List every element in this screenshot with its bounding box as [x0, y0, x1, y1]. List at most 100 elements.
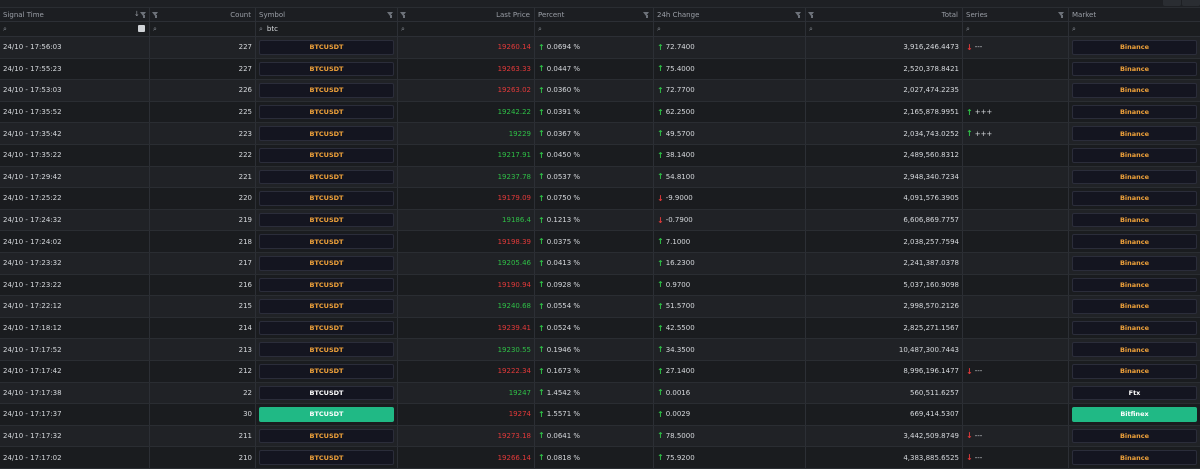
filter-icon[interactable]: [400, 11, 407, 18]
market-badge[interactable]: Binance: [1072, 147, 1197, 163]
count-value: 30: [243, 410, 252, 419]
toolbar-tab[interactable]: [1163, 0, 1181, 6]
symbol-badge[interactable]: BTCUSDT: [259, 363, 394, 379]
toolbar-tab[interactable]: [1182, 0, 1200, 6]
symbol-badge[interactable]: BTCUSDT: [259, 191, 394, 206]
symbol-badge[interactable]: BTCUSDT: [259, 212, 394, 228]
table-row[interactable]: 24/10 - 17:17:37 30 BTCUSDT 19274 ↑ 1.557…: [0, 404, 1200, 426]
count-value: 227: [238, 64, 252, 73]
table-row[interactable]: 24/10 - 17:23:32 217 BTCUSDT 19205.46 ↑ 0…: [0, 252, 1200, 275]
symbol-badge[interactable]: BTCUSDT: [259, 428, 394, 444]
symbol-badge[interactable]: BTCUSDT: [259, 342, 394, 357]
table-row[interactable]: 24/10 - 17:24:02 218 BTCUSDT 19198.39 ↑ 0…: [0, 231, 1200, 253]
table-row[interactable]: 24/10 - 17:35:52 225 BTCUSDT 19242.22 ↑ 0…: [0, 101, 1200, 124]
total-filter-input[interactable]: ⌕: [806, 22, 963, 36]
table-row[interactable]: 24/10 - 17:24:32 219 BTCUSDT 19186.4 ↑ 0.…: [0, 209, 1200, 232]
table-row[interactable]: 24/10 - 17:29:42 221 BTCUSDT 19237.78 ↑ 0…: [0, 166, 1200, 189]
symbol-badge[interactable]: BTCUSDT: [259, 40, 394, 55]
change-filter-input[interactable]: ⌕: [654, 22, 806, 36]
col-signal-time[interactable]: Signal Time ↓: [0, 8, 150, 21]
col-last-price[interactable]: Last Price: [398, 8, 535, 21]
market-badge[interactable]: Binance: [1072, 363, 1197, 379]
table-row[interactable]: 24/10 - 17:53:03 226 BTCUSDT 19263.02 ↑ 0…: [0, 80, 1200, 102]
col-series[interactable]: Series: [963, 8, 1069, 21]
table-row[interactable]: 24/10 - 17:55:23 227 BTCUSDT 19263.33 ↑ 0…: [0, 58, 1200, 81]
symbol-badge[interactable]: BTCUSDT: [259, 255, 394, 271]
table-row[interactable]: 24/10 - 17:23:22 216 BTCUSDT 19190.94 ↑ 0…: [0, 274, 1200, 297]
filter-icon[interactable]: [808, 11, 815, 18]
filter-icon[interactable]: [643, 11, 650, 18]
symbol-filter-input[interactable]: ⌕ btc: [256, 22, 398, 36]
change-arrow-icon: ↑: [657, 345, 664, 355]
table-row[interactable]: 24/10 - 17:18:12 214 BTCUSDT 19239.41 ↑ 0…: [0, 317, 1200, 340]
table-row[interactable]: 24/10 - 17:56:03 227 BTCUSDT 19260.14 ↑ 0…: [0, 37, 1200, 59]
change-cell: ↑ 16.2300: [654, 252, 806, 274]
col-total[interactable]: Total: [806, 8, 963, 21]
table-row[interactable]: 24/10 - 17:17:42 212 BTCUSDT 19222.34 ↑ 0…: [0, 360, 1200, 383]
market-badge[interactable]: Ftx: [1072, 385, 1197, 401]
symbol-badge[interactable]: BTCUSDT: [259, 234, 394, 249]
count-filter-input[interactable]: ⌕: [150, 22, 256, 36]
total-value: 2,241,387.0378: [903, 259, 959, 268]
filter-icon[interactable]: [387, 11, 394, 18]
series-filter-input[interactable]: ⌕: [963, 22, 1069, 36]
filter-icon[interactable]: [795, 11, 802, 18]
market-badge[interactable]: Binance: [1072, 104, 1197, 120]
market-badge[interactable]: Binance: [1072, 191, 1197, 206]
market-badge[interactable]: Binance: [1072, 342, 1197, 357]
symbol-badge[interactable]: BTCUSDT: [259, 277, 394, 293]
market-badge[interactable]: Binance: [1072, 169, 1197, 185]
table-row[interactable]: 24/10 - 17:17:52 213 BTCUSDT 19230.55 ↑ 0…: [0, 339, 1200, 361]
market-badge[interactable]: Binance: [1072, 83, 1197, 98]
market-badge[interactable]: Binance: [1072, 320, 1197, 336]
calendar-icon[interactable]: [138, 25, 145, 32]
market-badge[interactable]: Binance: [1072, 299, 1197, 314]
symbol-badge[interactable]: BTCUSDT: [259, 169, 394, 185]
market-badge[interactable]: Bitfinex: [1072, 407, 1197, 422]
col-percent[interactable]: Percent: [535, 8, 654, 21]
symbol-badge[interactable]: BTCUSDT: [259, 320, 394, 336]
last-price-filter-input[interactable]: ⌕: [398, 22, 535, 36]
col-signal-time-label: Signal Time: [3, 10, 44, 19]
symbol-badge[interactable]: BTCUSDT: [259, 61, 394, 77]
table-row[interactable]: 24/10 - 17:17:02 210 BTCUSDT 19266.14 ↑ 0…: [0, 447, 1200, 469]
filter-icon[interactable]: [1058, 11, 1065, 18]
market-badge[interactable]: Binance: [1072, 40, 1197, 55]
col-count[interactable]: Count: [150, 8, 256, 21]
table-row[interactable]: 24/10 - 17:25:22 220 BTCUSDT 19179.09 ↑ 0…: [0, 188, 1200, 210]
sort-desc-icon[interactable]: ↓: [134, 10, 140, 18]
total-cell: 6,606,869.7757: [806, 209, 963, 231]
symbol-badge[interactable]: BTCUSDT: [259, 147, 394, 163]
percent-value: 0.0524 %: [546, 324, 581, 333]
col-24h-change[interactable]: 24h Change: [654, 8, 806, 21]
symbol-badge[interactable]: BTCUSDT: [259, 299, 394, 314]
market-badge[interactable]: Binance: [1072, 126, 1197, 141]
market-badge[interactable]: Binance: [1072, 234, 1197, 249]
filter-icon[interactable]: [152, 11, 159, 18]
col-last-price-label: Last Price: [496, 10, 530, 19]
market-badge[interactable]: Binance: [1072, 61, 1197, 77]
market-filter-input[interactable]: ⌕: [1069, 22, 1200, 36]
market-badge[interactable]: Binance: [1072, 450, 1197, 465]
market-badge[interactable]: Binance: [1072, 277, 1197, 293]
symbol-badge[interactable]: BTCUSDT: [259, 126, 394, 141]
symbol-badge[interactable]: BTCUSDT: [259, 385, 394, 401]
symbol-badge[interactable]: BTCUSDT: [259, 450, 394, 465]
market-badge[interactable]: Binance: [1072, 212, 1197, 228]
market-badge[interactable]: Binance: [1072, 255, 1197, 271]
table-row[interactable]: 24/10 - 17:17:38 22 BTCUSDT 19247 ↑ 1.454…: [0, 382, 1200, 405]
symbol-badge[interactable]: BTCUSDT: [259, 104, 394, 120]
table-row[interactable]: 24/10 - 17:35:22 222 BTCUSDT 19217.91 ↑ 0…: [0, 144, 1200, 167]
col-symbol[interactable]: Symbol: [256, 8, 398, 21]
percent-filter-input[interactable]: ⌕: [535, 22, 654, 36]
table-row[interactable]: 24/10 - 17:17:32 211 BTCUSDT 19273.18 ↑ 0…: [0, 425, 1200, 448]
col-market[interactable]: Market: [1069, 8, 1200, 21]
table-row[interactable]: 24/10 - 17:35:42 223 BTCUSDT 19229 ↑ 0.03…: [0, 123, 1200, 145]
market-badge[interactable]: Binance: [1072, 428, 1197, 444]
symbol-badge[interactable]: BTCUSDT: [259, 83, 394, 98]
percent-arrow-icon: ↑: [538, 409, 545, 419]
filter-icon[interactable]: [140, 11, 147, 18]
signal-time-filter-input[interactable]: ⌕: [0, 22, 150, 36]
symbol-badge[interactable]: BTCUSDT: [259, 407, 394, 422]
table-row[interactable]: 24/10 - 17:22:12 215 BTCUSDT 19240.68 ↑ 0…: [0, 296, 1200, 318]
